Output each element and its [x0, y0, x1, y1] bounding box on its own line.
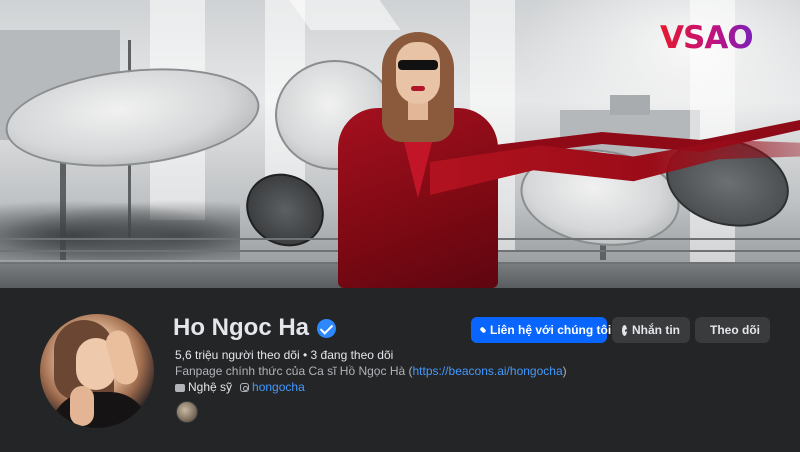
follow-label: Theo dõi [710, 323, 760, 337]
cover-letter-shape [289, 0, 401, 30]
bio-text-end: ) [562, 364, 567, 378]
message-button[interactable]: Nhắn tin [612, 317, 690, 343]
bio-text: Fanpage chính thức của Ca sĩ Hồ Ngọc Hà … [175, 364, 413, 378]
page-title-row: Ho Ngoc Ha [173, 314, 337, 342]
following-count-link[interactable]: 3 đang theo dõi [311, 348, 394, 362]
follow-stats: 5,6 triệu người theo dõi • 3 đang theo d… [175, 348, 393, 362]
briefcase-icon [175, 383, 185, 392]
cover-photo[interactable]: VSAO [0, 0, 800, 288]
satellite-dish [232, 159, 338, 261]
vsao-logo: VSAO [660, 20, 754, 56]
avatar-hand [70, 386, 94, 426]
instagram-item[interactable]: hongocha [240, 380, 305, 394]
link-icon [479, 326, 487, 334]
cover-building [610, 95, 650, 115]
profile-header: Ho Ngoc Ha 5,6 triệu người theo dõi • 3 … [0, 288, 800, 452]
category-item: Nghệ sỹ [175, 380, 232, 394]
contact-us-label: Liên hệ với chúng tôi [490, 323, 612, 337]
page-bio: Fanpage chính thức của Ca sĩ Hồ Ngọc Hà … [175, 364, 567, 378]
profile-avatar[interactable] [36, 310, 158, 432]
instagram-icon [240, 383, 250, 393]
follow-button[interactable]: Theo dõi [695, 317, 770, 343]
category-label: Nghệ sỹ [188, 380, 233, 394]
message-label: Nhắn tin [632, 323, 680, 337]
verified-badge-icon[interactable] [317, 318, 337, 338]
follower-avatar[interactable] [176, 401, 198, 423]
messenger-icon [622, 324, 627, 336]
page-title[interactable]: Ho Ngoc Ha [173, 314, 309, 342]
page-meta: Nghệ sỹ hongocha [175, 380, 305, 394]
bio-link[interactable]: https://beacons.ai/hongocha [413, 364, 563, 378]
contact-us-button[interactable]: Liên hệ với chúng tôi [471, 317, 611, 343]
sunglasses [398, 60, 438, 70]
stats-separator: • [303, 348, 311, 362]
figure-face [396, 42, 440, 104]
figure-lips [411, 86, 425, 91]
instagram-handle[interactable]: hongocha [252, 380, 305, 394]
avatar-body [50, 392, 150, 428]
followers-count-link[interactable]: 5,6 triệu người theo dõi [175, 348, 300, 362]
